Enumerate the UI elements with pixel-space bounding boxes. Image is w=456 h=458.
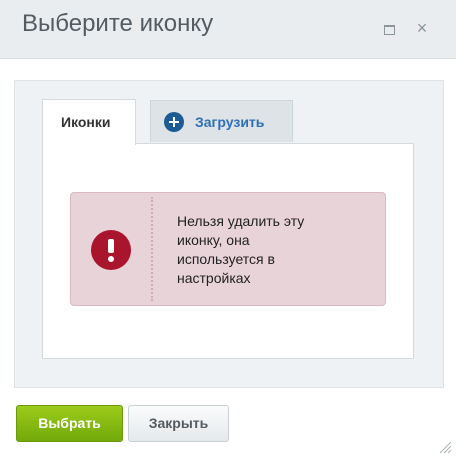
- exclamation-icon: [91, 230, 131, 270]
- tab-icons-label: Иконки: [61, 114, 111, 130]
- plus-circle-icon: [164, 112, 184, 132]
- tab-upload-label: Загрузить: [195, 114, 265, 130]
- resize-grip-icon[interactable]: [436, 438, 452, 454]
- alert-divider: [151, 197, 153, 301]
- select-button[interactable]: Выбрать: [16, 405, 123, 442]
- close-icon[interactable]: ×: [413, 18, 431, 38]
- dialog-title: Выберите иконку: [22, 10, 214, 37]
- alert-message: Нельзя удалить эту иконку, она используе…: [177, 213, 305, 286]
- error-alert: Нельзя удалить эту иконку, она используе…: [70, 192, 386, 306]
- icon-picker-dialog: Выберите иконку × Иконки Загрузить Нельз…: [0, 0, 456, 458]
- tab-icons[interactable]: Иконки: [42, 99, 136, 145]
- dialog-titlebar[interactable]: Выберите иконку ×: [0, 0, 456, 59]
- maximize-icon[interactable]: [381, 20, 399, 38]
- tab-upload[interactable]: Загрузить: [150, 100, 293, 142]
- close-button[interactable]: Закрыть: [128, 405, 229, 442]
